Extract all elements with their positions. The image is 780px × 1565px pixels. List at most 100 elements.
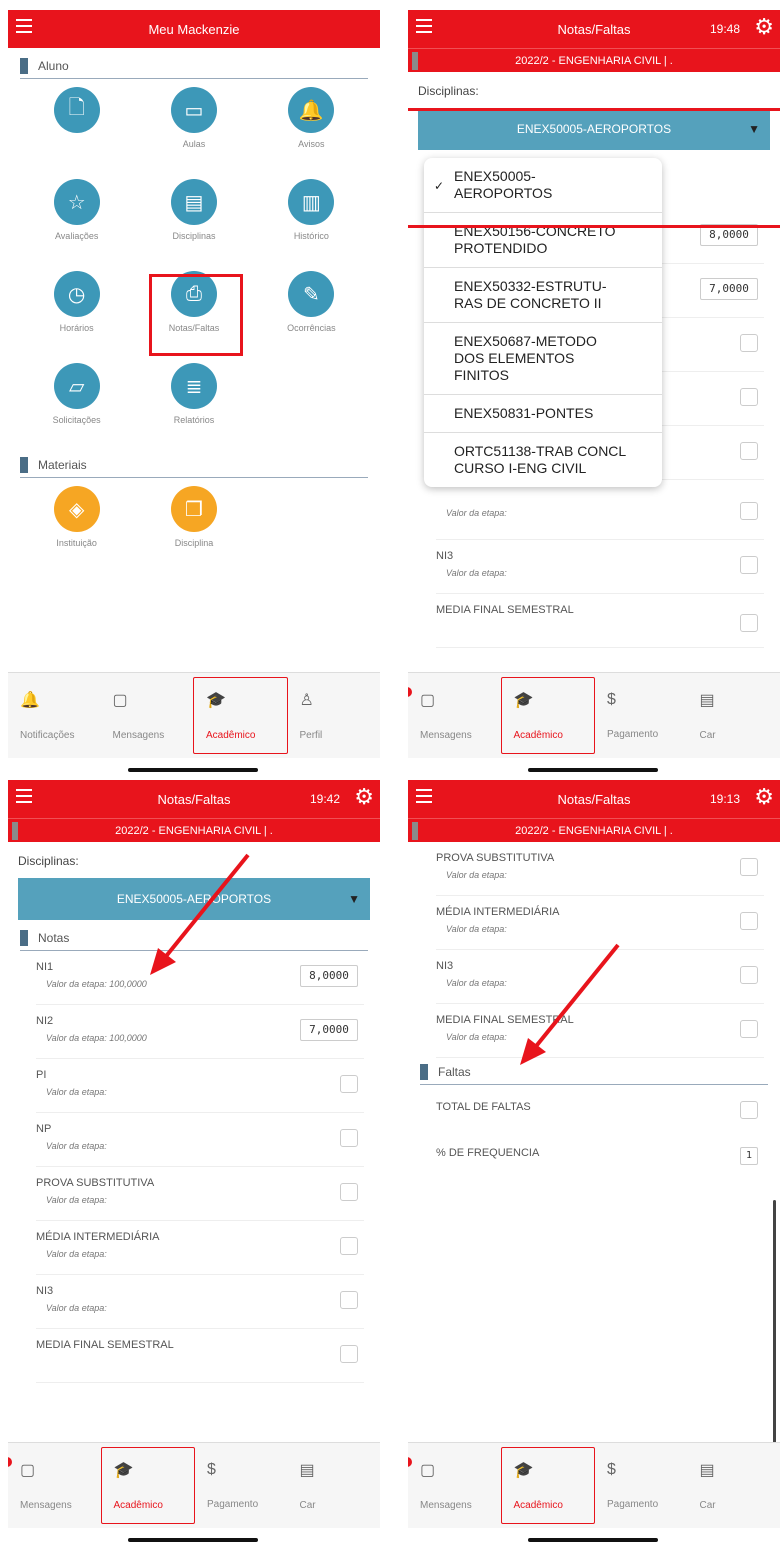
grade-box[interactable] — [740, 502, 758, 520]
top-bar: Notas/Faltas 19:42 ⚙ — [8, 780, 380, 818]
grid-item-aulas[interactable]: ▭ Aulas — [135, 87, 252, 169]
grid-item-solicita-es[interactable]: ▱ Solicitações — [18, 363, 135, 445]
clock: 19:13 — [709, 792, 740, 806]
grade-box[interactable] — [740, 1020, 758, 1038]
nav-mensagens[interactable]: ▢ Mensagens — [101, 673, 194, 758]
graduation-cap-icon: 🎓 — [206, 692, 226, 709]
dollar-icon: $ — [207, 1461, 216, 1478]
nav-car[interactable]: ▤ Car — [688, 1443, 780, 1528]
grid-item-disciplina[interactable]: ❐ Disciplina — [135, 486, 252, 568]
dropdown-option-label: ENEX50332-ESTRUTU- RAS DE CONCRETO II — [454, 278, 607, 311]
graduation-cap-icon: 🎓 — [513, 692, 534, 709]
nav-pagamento[interactable]: $ Pagamento — [595, 1443, 688, 1528]
grade-box[interactable] — [340, 1291, 358, 1309]
grid-item-label: Instituição — [56, 538, 97, 548]
nav-mensagens[interactable]: ▢ Mensagens — [408, 1443, 501, 1528]
menu-icon[interactable] — [16, 19, 32, 37]
nav-label: Perfil — [299, 730, 323, 741]
menu-icon[interactable] — [416, 19, 432, 37]
nav-pagamento[interactable]: $ Pagamento — [595, 673, 688, 758]
grid-item-institui-o[interactable]: ◈ Instituição — [18, 486, 135, 568]
nav-label: Pagamento — [607, 1499, 659, 1510]
section-title: Materiais — [38, 458, 87, 472]
nav-academico[interactable]: 🎓 Acadêmico — [500, 1447, 595, 1524]
nav-label: Notificações — [20, 730, 75, 741]
gear-icon[interactable]: ⚙ — [754, 786, 774, 808]
grade-box[interactable] — [740, 388, 758, 406]
top-bar: Notas/Faltas 19:48 ⚙ — [408, 10, 780, 48]
grid-item-item[interactable]: 🗋 — [18, 87, 135, 169]
nav-mensagens[interactable]: ▢ Mensagens — [8, 1443, 101, 1528]
dropdown-option[interactable]: ENEX50687-METODO DOS ELEMENTOS FINITOS — [424, 323, 662, 395]
grade-box[interactable] — [740, 966, 758, 984]
nav-label: Acadêmico — [206, 730, 256, 741]
menu-icon[interactable] — [416, 789, 432, 807]
section-materiais: Materiais — [20, 457, 368, 478]
bottom-nav: ▢ Mensagens 🎓 Acadêmico $ Pagamento ▤ Car — [8, 1442, 380, 1528]
grid-item-ocorr-ncias[interactable]: ✎ Ocorrências — [253, 271, 370, 353]
grid-item-hist-rico[interactable]: ▥ Histórico — [253, 179, 370, 261]
notification-dot — [8, 1457, 12, 1467]
grade-value: 8,0000 — [300, 965, 358, 987]
grid-item-notas-faltas[interactable]: ⎙ Notas/Faltas — [135, 271, 252, 356]
faltas-box[interactable] — [740, 1101, 758, 1119]
grade-box[interactable] — [740, 912, 758, 930]
grade-box[interactable] — [340, 1237, 358, 1255]
dropdown-option[interactable]: ENEX50332-ESTRUTU- RAS DE CONCRETO II — [424, 268, 662, 323]
row-subtitle: Valor da etapa: — [446, 508, 507, 518]
nav-academico[interactable]: 🎓 Acadêmico — [500, 677, 595, 754]
grid-item-avisos[interactable]: 🔔 Avisos — [253, 87, 370, 169]
grade-box[interactable] — [740, 556, 758, 574]
bell-icon: 🔔 — [20, 692, 40, 709]
nav-academico[interactable]: 🎓 Acadêmico — [193, 677, 288, 754]
nav-academico[interactable]: 🎓 Acadêmico — [100, 1447, 195, 1524]
grade-box[interactable] — [340, 1129, 358, 1147]
row-name: NI3 — [36, 1285, 54, 1297]
nav-label: Car — [699, 1500, 716, 1511]
menu-icon[interactable] — [16, 789, 32, 807]
grade-box[interactable] — [340, 1345, 358, 1363]
chevron-down-icon: ▼ — [348, 892, 360, 906]
nav-pagamento[interactable]: $ Pagamento — [195, 1443, 288, 1528]
nav-car[interactable]: ▤ Car — [288, 1443, 381, 1528]
nav-mensagens[interactable]: ▢ Mensagens — [408, 673, 501, 758]
gear-icon[interactable]: ⚙ — [354, 786, 374, 808]
grade-box[interactable] — [340, 1075, 358, 1093]
faltas-row: % DE FREQUENCIA 1 — [436, 1131, 764, 1177]
gear-icon[interactable]: ⚙ — [754, 16, 774, 38]
row-name: NI3 — [436, 550, 454, 562]
nav-notificacoes[interactable]: 🔔 Notificações — [8, 673, 101, 758]
panel-dropdown: Notas/Faltas 19:48 ⚙ 2022/2 - ENGENHARIA… — [408, 10, 780, 780]
grid-item-relat-rios[interactable]: ≣ Relatórios — [135, 363, 252, 445]
dropdown-option[interactable]: ORTC51138-TRAB CONCL CURSO I-ENG CIVIL — [424, 433, 662, 487]
grid-item-label: Horários — [59, 323, 94, 333]
row-subtitle: Valor da etapa: — [46, 1087, 107, 1097]
request-document-icon: ▱ — [53, 363, 100, 409]
grade-box[interactable] — [740, 858, 758, 876]
grid-item-disciplinas[interactable]: ▤ Disciplinas — [135, 179, 252, 261]
grid-item-avalia-es[interactable]: ☆ Avaliações — [18, 179, 135, 261]
dollar-icon: $ — [607, 691, 616, 708]
notification-dot — [408, 1457, 412, 1467]
grid-item-hor-rios[interactable]: ◷ Horários — [18, 271, 135, 353]
section-marker — [20, 58, 28, 74]
grade-row: MEDIA FINAL SEMESTRAL — [436, 594, 764, 648]
dropdown-option[interactable]: ENEX50831-PONTES — [424, 395, 662, 433]
nav-car[interactable]: ▤ Car — [688, 673, 780, 758]
grade-box[interactable] — [340, 1183, 358, 1201]
grade-row: NP Valor da etapa: — [36, 1113, 364, 1167]
home-indicator — [528, 1538, 658, 1542]
panel-home: Meu Mackenzie Aluno 🗋 ▭ Aulas 🔔 Avisos ☆ Avali… — [8, 10, 380, 780]
monitor-icon: ▭ — [170, 87, 217, 133]
grade-box[interactable] — [740, 614, 758, 632]
row-name: MEDIA FINAL SEMESTRAL — [436, 604, 574, 616]
grade-row: Valor da etapa: — [436, 486, 764, 540]
bottom-nav: ▢ Mensagens 🎓 Acadêmico $ Pagamento ▤ Car — [408, 1442, 780, 1528]
bell-icon: 🔔 — [288, 87, 335, 133]
grade-box[interactable] — [740, 334, 758, 352]
grade-box[interactable] — [740, 442, 758, 460]
nav-perfil[interactable]: ♙ Perfil — [288, 673, 381, 758]
grid-item-label: Avaliações — [54, 231, 99, 241]
nav-label: Pagamento — [607, 729, 659, 740]
chat-icon: ▢ — [112, 692, 128, 709]
